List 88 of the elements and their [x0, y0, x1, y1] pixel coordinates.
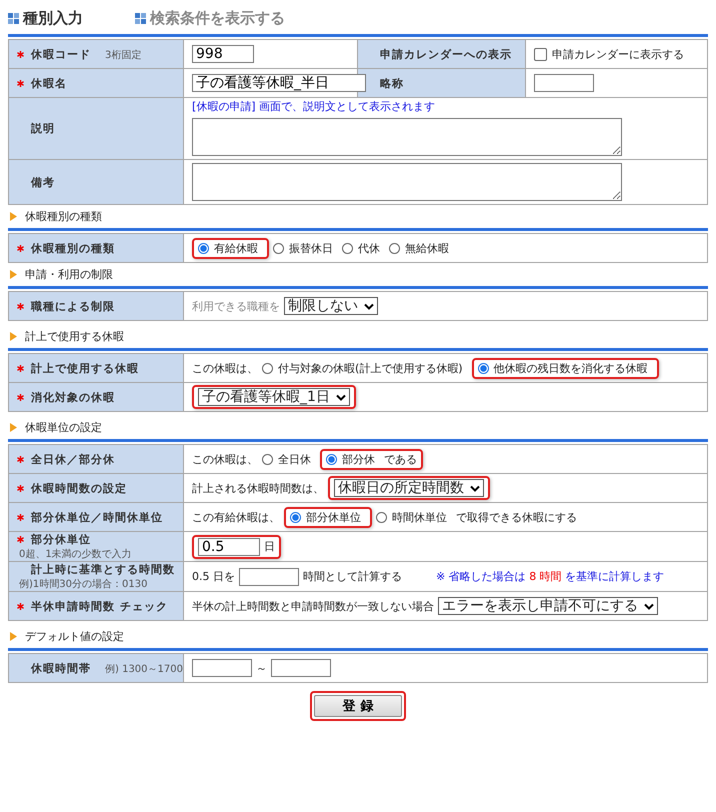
radio-label[interactable]: 無給休暇 — [405, 240, 449, 256]
triangle-icon — [10, 332, 17, 341]
field-label: 部分休単位 — [31, 532, 91, 547]
radio-button[interactable] — [389, 242, 400, 254]
text-field[interactable]: 0.5 — [198, 538, 260, 556]
field-label: 説明 — [31, 121, 55, 136]
triangle-icon — [10, 212, 17, 221]
text-field[interactable] — [192, 659, 252, 677]
dropdown[interactable]: 休暇日の所定時間数 — [334, 479, 484, 497]
dropdown[interactable]: 制限しない — [284, 297, 378, 315]
radio-button[interactable] — [262, 454, 273, 464]
section-heading: デフォルト値の設定 — [25, 629, 124, 644]
field-label: 計上時に基準とする時間数 — [31, 562, 175, 577]
field-label: 申請カレンダーへの表示 — [380, 46, 512, 62]
field-text: この休暇は、 — [192, 452, 258, 466]
triangle-icon — [10, 270, 17, 279]
text-field[interactable] — [534, 74, 594, 92]
radio-button[interactable] — [290, 512, 301, 522]
field-note: 0超、1未満の少数で入力 — [19, 548, 133, 561]
field-label: 計上で使用する休暇 — [31, 360, 139, 376]
radio-button[interactable] — [376, 512, 387, 522]
notice-text: ※ 省略した場合は 8 時間 を基準に計算します — [436, 569, 664, 584]
field-text: この休暇は、 — [192, 360, 258, 376]
field-label: 備考 — [31, 174, 55, 190]
radio-button[interactable] — [342, 242, 353, 254]
grid-icon — [135, 12, 146, 24]
text-area[interactable] — [192, 163, 622, 201]
radio-label[interactable]: 時間休単位 — [392, 510, 447, 524]
field-text: で取得できる休暇にする — [456, 510, 577, 524]
field-label: 休暇時間数の設定 — [31, 480, 127, 496]
tab[interactable]: 検索条件を表示する — [135, 8, 285, 28]
field-text: ～ — [256, 660, 267, 676]
field-label: 休暇種別の種類 — [31, 240, 115, 256]
radio-label[interactable]: 全日休 — [278, 452, 311, 466]
field-text: 日 — [264, 539, 275, 554]
radio-button[interactable] — [273, 242, 284, 254]
section-heading: 申請・利用の制限 — [25, 267, 113, 282]
chevron-icon — [364, 302, 374, 310]
dropdown[interactable]: エラーを表示し申請不可にする — [438, 597, 658, 615]
radio-label[interactable]: 代休 — [358, 240, 380, 256]
radio-button[interactable] — [326, 454, 337, 464]
chevron-icon — [336, 394, 346, 400]
text-field[interactable]: 998 — [192, 45, 254, 63]
radio-label[interactable]: 他休暇の残日数を消化する休暇 — [494, 360, 648, 376]
field-note: 例)1時間30分の場合：0130 — [19, 578, 148, 591]
field-label: 略称 — [380, 76, 404, 90]
dropdown[interactable]: 子の看護等休暇_1日 — [198, 388, 350, 406]
field-label: 消化対象の休暇 — [31, 390, 115, 404]
text-field[interactable]: 子の看護等休暇_半日 — [192, 74, 366, 92]
checkbox[interactable] — [534, 48, 547, 60]
field-label: 全日休／部分休 — [31, 452, 115, 466]
radio-button[interactable] — [262, 362, 273, 374]
field-note: 3桁固定 — [105, 48, 142, 62]
field-label: 職種による制限 — [31, 298, 115, 314]
field-text: 利用できる職種を — [192, 298, 280, 314]
text-field[interactable] — [239, 568, 299, 586]
triangle-icon — [10, 632, 17, 641]
field-text: である — [384, 452, 417, 466]
field-label: 部分休単位／時間休単位 — [31, 510, 163, 524]
radio-button[interactable] — [198, 242, 209, 254]
grid-icon — [8, 12, 19, 24]
radio-label[interactable]: 部分休単位 — [306, 510, 361, 524]
radio-label[interactable]: 振替休日 — [289, 240, 333, 256]
radio-label[interactable]: 部分休 — [342, 452, 375, 466]
field-text: この有給休暇は、 — [192, 510, 280, 524]
radio-label[interactable]: 付与対象の休暇(計上で使用する休暇) — [278, 360, 463, 376]
section-heading: 計上で使用する休暇 — [25, 329, 124, 344]
radio-label[interactable]: 有給休暇 — [214, 240, 258, 256]
chevron-icon — [644, 602, 654, 610]
field-label: 休暇名 — [31, 76, 67, 90]
hint-text: [休暇の申請] 画面で、説明文として表示されます — [192, 99, 436, 114]
field-label: 休暇コード — [31, 46, 91, 62]
text-field[interactable] — [271, 659, 331, 677]
section-heading: 休暇単位の設定 — [25, 420, 102, 435]
text-area[interactable] — [192, 118, 622, 156]
triangle-icon — [10, 423, 17, 432]
chevron-icon — [470, 484, 480, 492]
field-label: 半休申請時間数 チェック — [31, 598, 168, 614]
radio-button[interactable] — [478, 362, 489, 374]
field-label: 休暇時間帯 — [31, 660, 91, 676]
register-button[interactable]: 登 録 — [314, 695, 402, 717]
field-text: 時間として計算する — [303, 569, 402, 584]
field-text: 計上される休暇時間数は、 — [192, 480, 324, 496]
tab[interactable]: 種別入力 — [8, 8, 83, 28]
field-text: 0.5 日を — [192, 569, 235, 584]
section-heading: 休暇種別の種類 — [25, 209, 102, 224]
field-note: 例) 1300～1700 — [105, 662, 183, 676]
field-text: 半休の計上時間数と申請時間数が一致しない場合 — [192, 598, 434, 614]
